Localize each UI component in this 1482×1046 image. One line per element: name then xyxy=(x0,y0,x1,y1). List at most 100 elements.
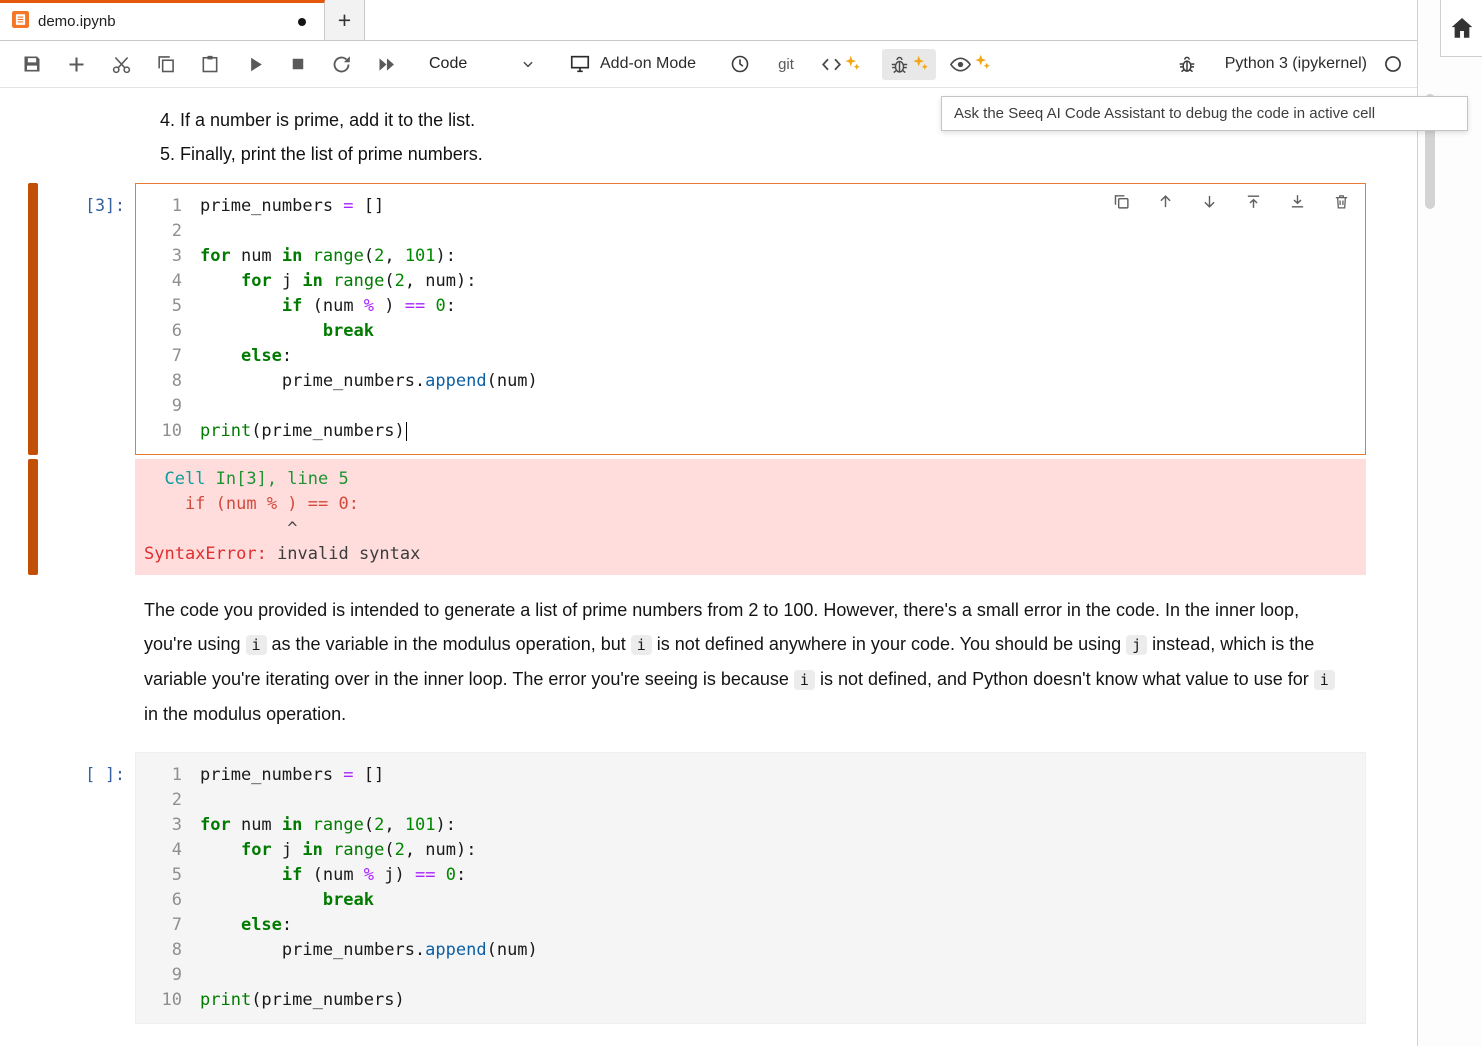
code-editor[interactable]: 1prime_numbers = []23for num in range(2,… xyxy=(135,183,1366,455)
tab-title: demo.ipynb xyxy=(38,13,289,30)
code-line[interactable]: 6 break xyxy=(136,888,1365,913)
duplicate-cell-button[interactable] xyxy=(1113,193,1130,210)
code-text: print(prime_numbers) xyxy=(182,419,407,444)
line-number: 2 xyxy=(136,219,182,244)
code-line[interactable]: 7 else: xyxy=(136,913,1365,938)
arrow-up-icon xyxy=(1157,193,1174,210)
code-line[interactable]: 10print(prime_numbers) xyxy=(136,419,1365,444)
restart-run-all-button[interactable] xyxy=(372,50,401,79)
history-button[interactable] xyxy=(726,50,754,78)
line-number: 8 xyxy=(136,369,182,394)
kernel-idle-circle-icon xyxy=(1383,54,1403,74)
move-cell-down-button[interactable] xyxy=(1201,193,1218,210)
monitor-icon xyxy=(569,53,591,75)
code-text: break xyxy=(182,888,374,913)
cut-cells-button[interactable] xyxy=(107,50,136,79)
markdown-list-item: 5. Finally, print the list of prime numb… xyxy=(160,137,1417,171)
line-number: 10 xyxy=(136,988,182,1013)
cell-type-value: Code xyxy=(429,55,467,73)
code-line[interactable]: 10print(prime_numbers) xyxy=(136,988,1365,1013)
duplicate-icon xyxy=(1113,193,1130,210)
new-tab-button[interactable]: + xyxy=(325,0,365,40)
chevron-down-icon xyxy=(521,57,535,71)
restart-kernel-button[interactable] xyxy=(327,50,356,79)
notebook-panel: 4. If a number is prime, add it to the l… xyxy=(0,89,1417,1046)
code-line[interactable]: 9 xyxy=(136,394,1365,419)
code-line[interactable]: 3for num in range(2, 101): xyxy=(136,244,1365,269)
code-text: for num in range(2, 101): xyxy=(182,813,456,838)
fast-forward-icon xyxy=(376,54,397,75)
code-line[interactable]: 5 if (num % j) == 0: xyxy=(136,863,1365,888)
insert-cell-below-button[interactable] xyxy=(1289,193,1306,210)
line-number: 2 xyxy=(136,788,182,813)
code-editor[interactable]: 1prime_numbers = []23for num in range(2,… xyxy=(135,752,1366,1024)
copy-cells-button[interactable] xyxy=(152,50,180,78)
sparkle-icon xyxy=(844,54,861,71)
code-text: for j in range(2, num): xyxy=(182,269,476,294)
code-text: print(prime_numbers) xyxy=(182,988,405,1013)
code-tag-icon xyxy=(821,54,842,75)
code-text: for num in range(2, 101): xyxy=(182,244,456,269)
clipboard-icon xyxy=(200,54,220,74)
input-collapser[interactable] xyxy=(28,752,38,1024)
git-label: git xyxy=(778,56,794,73)
line-number: 4 xyxy=(136,838,182,863)
code-line[interactable]: 4 for j in range(2, num): xyxy=(136,269,1365,294)
code-text: prime_numbers = [] xyxy=(182,194,384,219)
git-button[interactable]: git xyxy=(774,52,798,77)
code-text: prime_numbers = [] xyxy=(182,763,384,788)
save-icon xyxy=(22,54,42,74)
cell-type-dropdown[interactable]: Code xyxy=(421,51,543,77)
code-line[interactable]: 9 xyxy=(136,963,1365,988)
stop-icon xyxy=(289,55,307,73)
kernel-name-button[interactable]: Python 3 (ipykernel) xyxy=(1225,55,1367,73)
code-line[interactable]: 7 else: xyxy=(136,344,1365,369)
debugger-bug-icon xyxy=(1177,54,1197,74)
home-button[interactable] xyxy=(1440,0,1482,57)
code-text: if (num % ) == 0: xyxy=(182,294,456,319)
code-text: else: xyxy=(182,913,292,938)
input-collapser[interactable] xyxy=(28,183,38,455)
code-text xyxy=(182,788,200,813)
code-text xyxy=(182,394,200,419)
code-line[interactable]: 1prime_numbers = [] xyxy=(136,763,1365,788)
debugger-toggle-button[interactable] xyxy=(1173,50,1201,78)
execution-count-prompt: [ ]: xyxy=(38,752,135,1024)
code-line[interactable]: 3for num in range(2, 101): xyxy=(136,813,1365,838)
ai-explain-assistant-button[interactable] xyxy=(942,48,998,81)
unsaved-changes-indicator[interactable] xyxy=(298,18,306,26)
code-line[interactable]: 4 for j in range(2, num): xyxy=(136,838,1365,863)
arrow-down-icon xyxy=(1201,193,1218,210)
output-collapser[interactable] xyxy=(28,459,38,575)
code-text: else: xyxy=(182,344,292,369)
code-line[interactable]: 5 if (num % ) == 0: xyxy=(136,294,1365,319)
insert-cell-button[interactable] xyxy=(62,50,91,79)
line-number: 3 xyxy=(136,813,182,838)
code-text: if (num % j) == 0: xyxy=(182,863,466,888)
line-number: 6 xyxy=(136,319,182,344)
move-cell-up-button[interactable] xyxy=(1157,193,1174,210)
save-button[interactable] xyxy=(18,50,46,78)
insert-above-icon xyxy=(1245,193,1262,210)
run-cell-button[interactable] xyxy=(242,51,269,78)
markdown-cell-explanation[interactable]: The code you provided is intended to gen… xyxy=(144,593,1342,731)
code-line[interactable]: 2 xyxy=(136,788,1365,813)
code-line[interactable]: 8 prime_numbers.append(num) xyxy=(136,938,1365,963)
tab-demo-ipynb[interactable]: demo.ipynb xyxy=(0,0,325,40)
code-text: prime_numbers.append(num) xyxy=(182,938,538,963)
sparkle-icon xyxy=(974,53,991,70)
ai-debug-assistant-button[interactable] xyxy=(882,49,936,80)
interrupt-kernel-button[interactable] xyxy=(285,51,311,77)
code-line[interactable]: 2 xyxy=(136,219,1365,244)
insert-below-icon xyxy=(1289,193,1306,210)
insert-cell-above-button[interactable] xyxy=(1245,193,1262,210)
line-number: 9 xyxy=(136,394,182,419)
code-line[interactable]: 8 prime_numbers.append(num) xyxy=(136,369,1365,394)
delete-cell-button[interactable] xyxy=(1333,193,1350,210)
paste-cells-button[interactable] xyxy=(196,50,224,78)
addon-mode-button[interactable]: Add-on Mode xyxy=(565,49,700,79)
ai-code-assistant-button[interactable] xyxy=(814,49,868,80)
line-number: 1 xyxy=(136,763,182,788)
eye-icon xyxy=(949,53,972,76)
code-line[interactable]: 6 break xyxy=(136,319,1365,344)
